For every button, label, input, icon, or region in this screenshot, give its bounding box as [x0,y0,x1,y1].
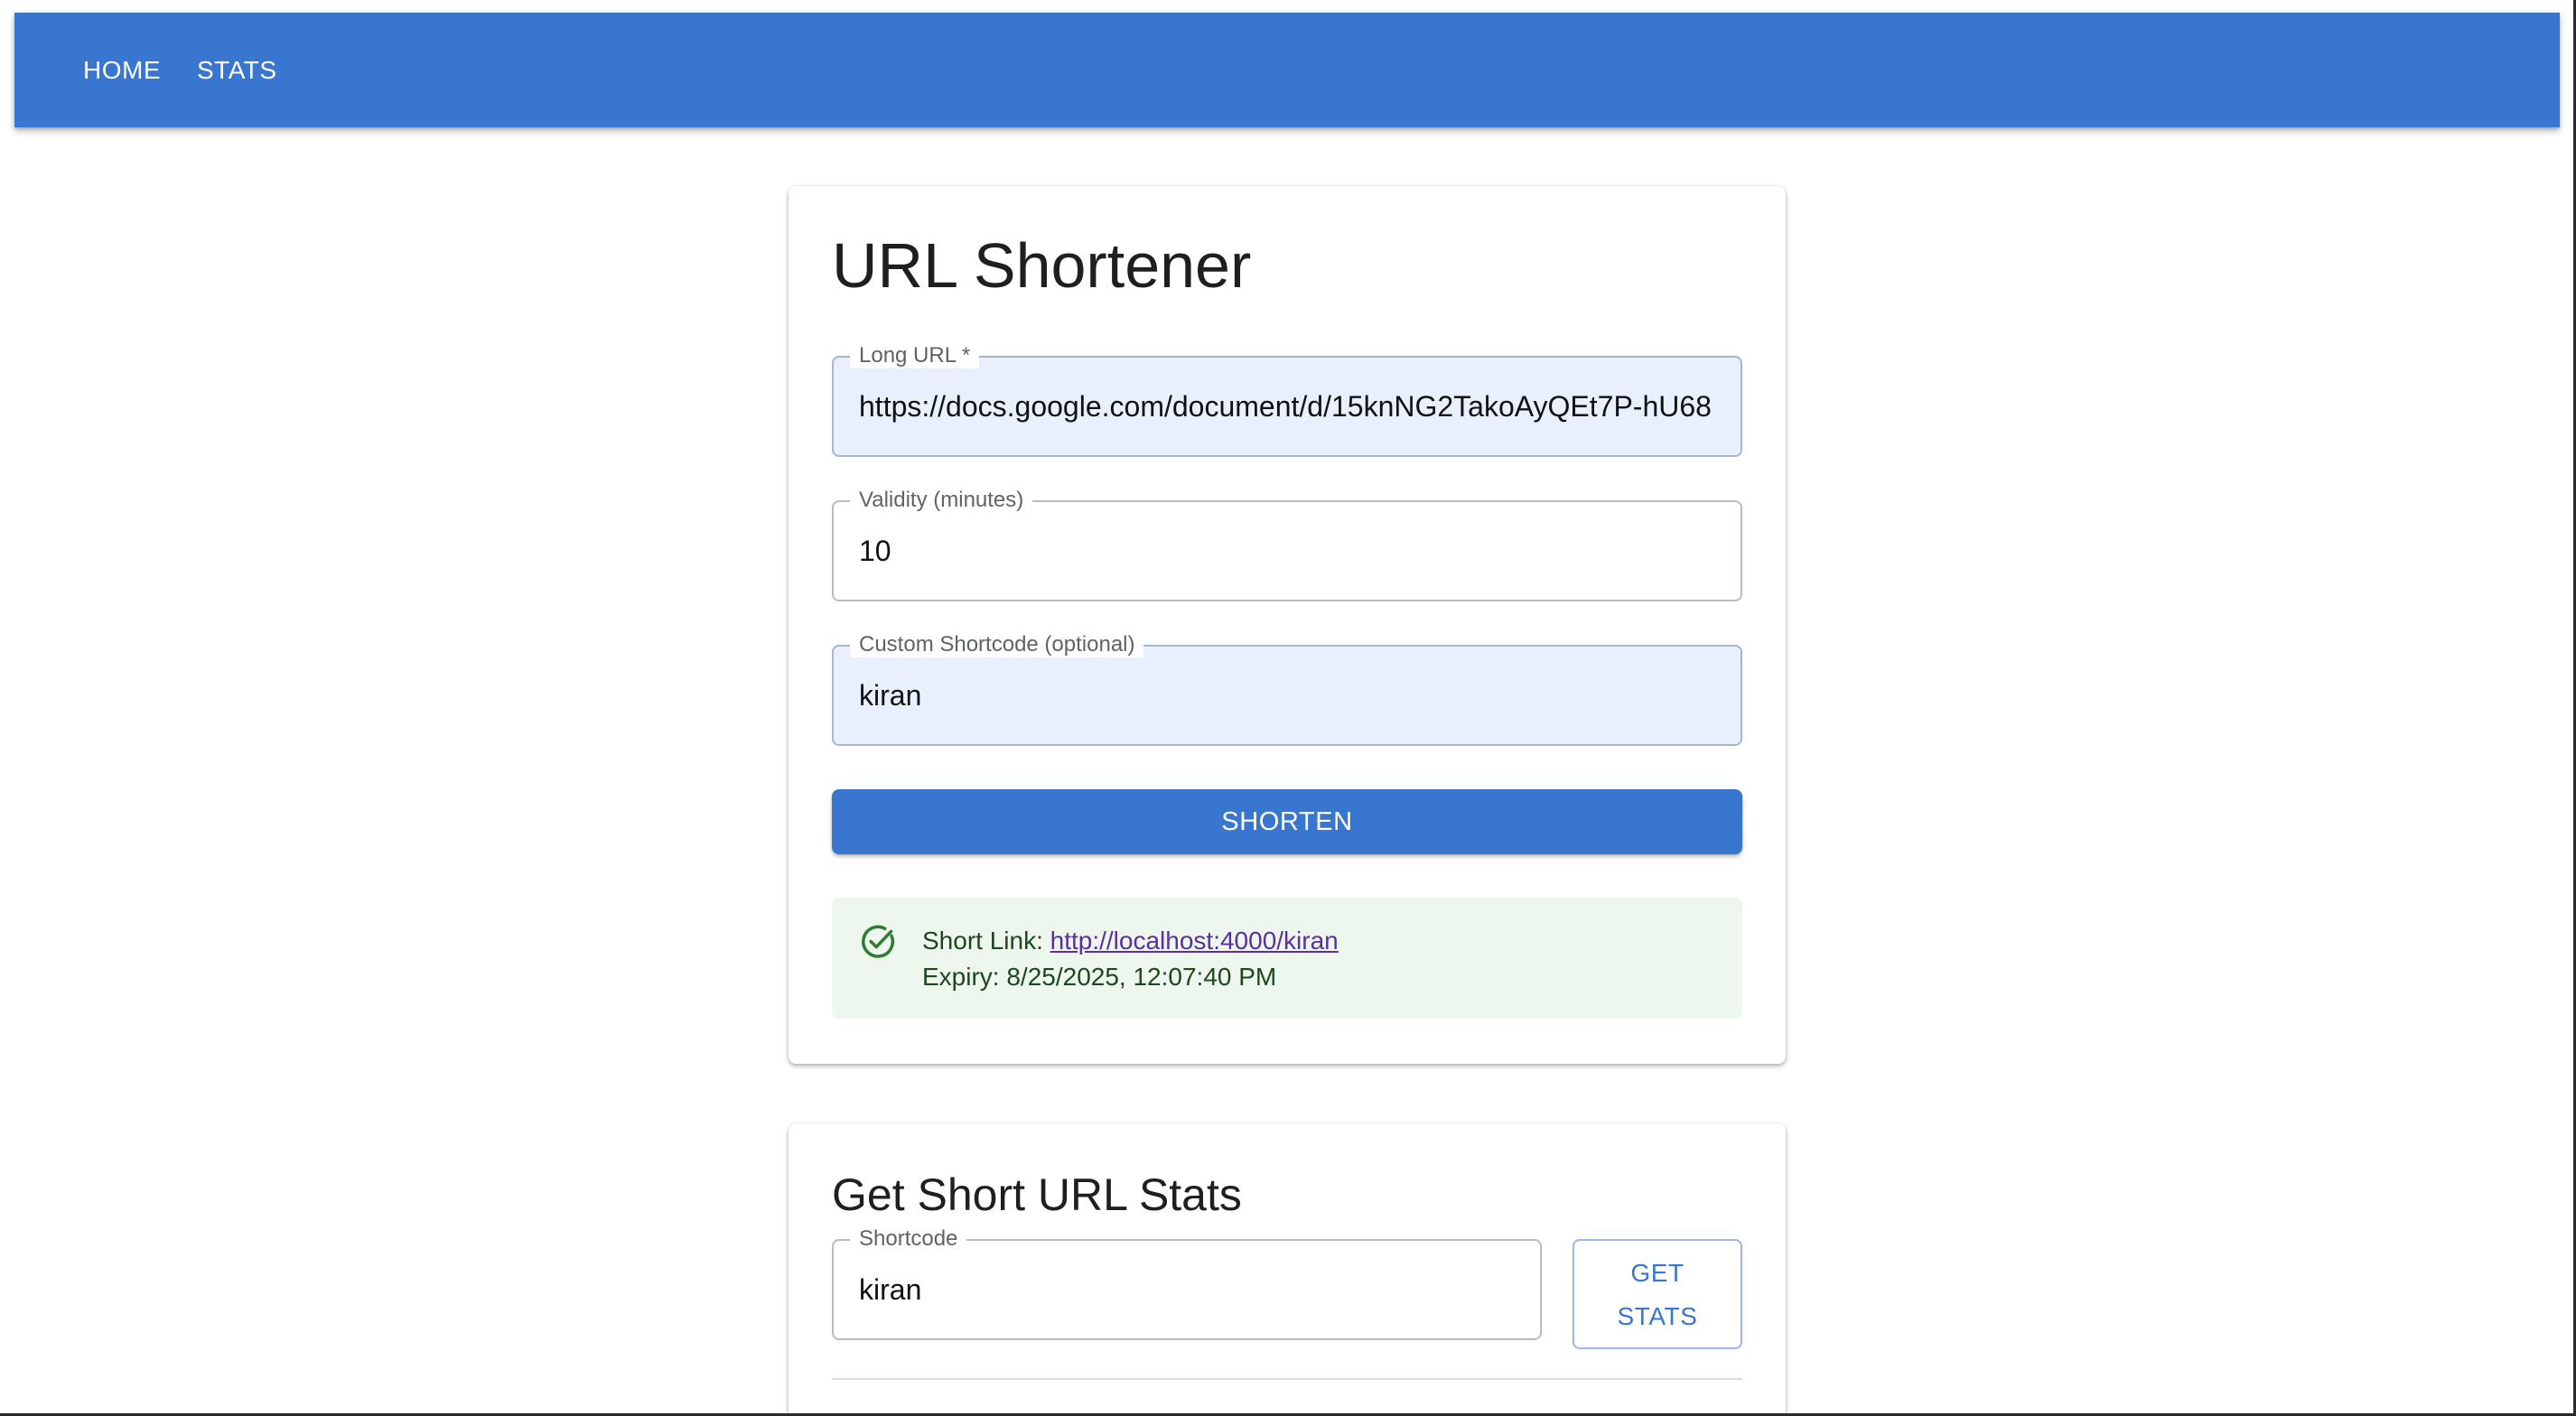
long-url-input[interactable]: https://docs.google.com/document/d/15knN… [859,358,1717,455]
stats-shortcode-field[interactable]: Shortcode kiran [832,1226,1542,1340]
expiry-line: Expiry: 8/25/2025, 12:07:40 PM [922,959,1339,995]
expiry-label: Expiry: [922,963,1000,991]
validity-field[interactable]: Validity (minutes) 10 [832,488,1742,601]
custom-shortcode-field[interactable]: Custom Shortcode (optional) kiran [832,632,1742,746]
app-bar: HOME STATS [14,13,2560,127]
validity-input[interactable]: 10 [859,502,1717,600]
short-link-label: Short Link: [922,927,1043,955]
shorten-button[interactable]: SHORTEN [832,789,1742,854]
stats-title: Get Short URL Stats [832,1169,1242,1220]
short-link-line: Short Link: http://localhost:4000/kiran [922,923,1339,959]
stats-card: Get Short URL Stats Shortcode kiran GET … [789,1123,1786,1413]
success-alert: Short Link: http://localhost:4000/kiran … [832,898,1742,1019]
get-stats-button[interactable]: GET STATS [1573,1239,1742,1349]
get-stats-label-line2: STATS [1617,1302,1698,1330]
check-circle-icon [862,925,895,958]
shortener-card: URL Shortener Long URL * https://docs.go… [789,186,1786,1064]
get-stats-label-line1: GET [1630,1259,1685,1287]
stats-shortcode-input[interactable]: kiran [859,1241,1517,1338]
nav-home-button[interactable]: HOME [67,43,177,98]
stats-divider [832,1378,1742,1380]
custom-shortcode-input[interactable]: kiran [859,647,1717,744]
alert-message: Short Link: http://localhost:4000/kiran … [922,923,1339,995]
app-frame: HOME STATS URL Shortener Long URL * http… [0,0,2576,1416]
expiry-value: 8/25/2025, 12:07:40 PM [1006,963,1277,991]
nav-stats-button[interactable]: STATS [181,43,294,98]
long-url-field[interactable]: Long URL * https://docs.google.com/docum… [832,343,1742,457]
page-title: URL Shortener [832,230,1252,301]
short-link[interactable]: http://localhost:4000/kiran [1050,927,1339,955]
